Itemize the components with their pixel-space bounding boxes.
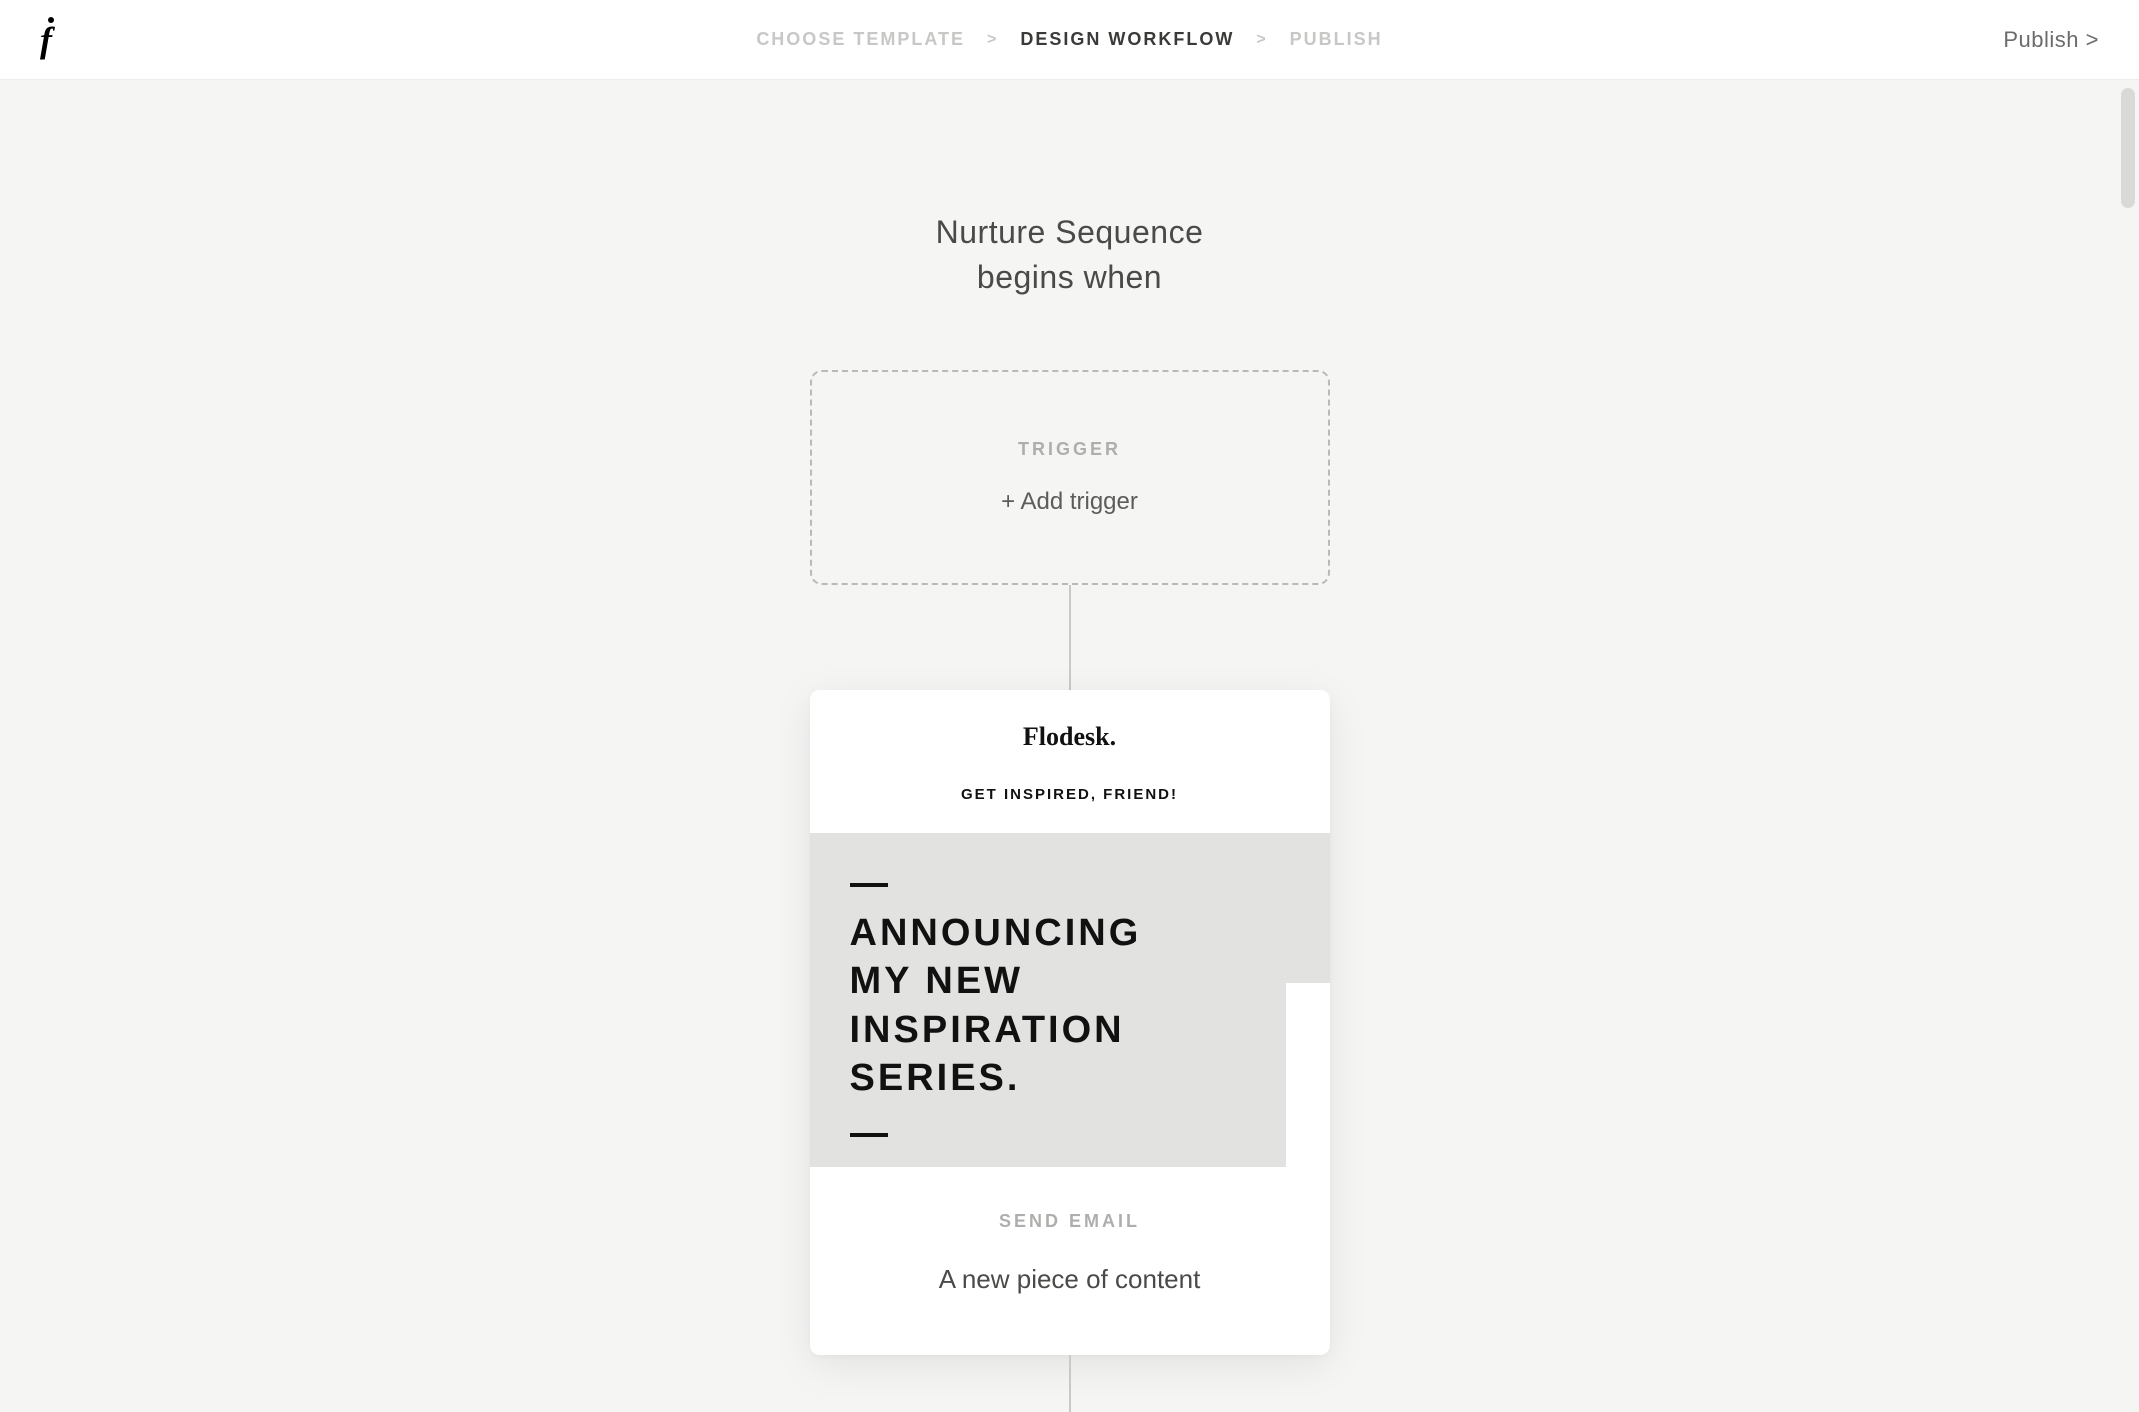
workflow-flow: Nurture Sequence begins when TRIGGER + A… <box>0 80 2139 1412</box>
step-breadcrumb: CHOOSE TEMPLATE > DESIGN WORKFLOW > PUBL… <box>756 29 1382 50</box>
email-body-image-placeholder <box>1286 983 1330 1168</box>
workflow-canvas[interactable]: Nurture Sequence begins when TRIGGER + A… <box>0 80 2139 1412</box>
email-step-type-label: SEND EMAIL <box>830 1211 1310 1232</box>
divider-icon <box>850 1133 888 1137</box>
divider-icon <box>850 883 888 887</box>
workflow-title: Nurture Sequence begins when <box>936 210 1204 300</box>
email-preview-header: Flodesk. GET INSPIRED, FRIEND! <box>810 690 1330 833</box>
email-brand: Flodesk. <box>830 722 1310 752</box>
connector-line <box>1069 1355 1071 1412</box>
chevron-right-icon: > <box>1256 31 1267 49</box>
publish-button[interactable]: Publish > <box>2003 27 2099 53</box>
scrollbar-thumb[interactable] <box>2121 88 2135 208</box>
email-step-footer: SEND EMAIL A new piece of content <box>810 1167 1330 1355</box>
step-design-workflow[interactable]: DESIGN WORKFLOW <box>1020 29 1234 50</box>
trigger-label: TRIGGER <box>1018 439 1121 460</box>
add-trigger-text: + Add trigger <box>1001 488 1138 516</box>
email-preview-body: ANNOUNCING MY NEW INSPIRATION SERIES. <box>810 833 1330 1168</box>
connector-line <box>1069 585 1071 690</box>
step-choose-template[interactable]: CHOOSE TEMPLATE <box>756 29 965 50</box>
step-publish[interactable]: PUBLISH <box>1290 29 1383 50</box>
email-step-title: A new piece of content <box>830 1264 1310 1295</box>
logo-icon[interactable]: f <box>40 19 52 61</box>
add-trigger-card[interactable]: TRIGGER + Add trigger <box>810 370 1330 585</box>
email-subhead: GET INSPIRED, FRIEND! <box>830 786 1310 803</box>
email-step-card[interactable]: Flodesk. GET INSPIRED, FRIEND! ANNOUNCIN… <box>810 690 1330 1356</box>
top-bar: f CHOOSE TEMPLATE > DESIGN WORKFLOW > PU… <box>0 0 2139 80</box>
workflow-title-line2: begins when <box>936 255 1204 300</box>
chevron-right-icon: > <box>987 31 998 49</box>
email-headline: ANNOUNCING MY NEW INSPIRATION SERIES. <box>850 909 1210 1104</box>
workflow-title-line1: Nurture Sequence <box>936 210 1204 255</box>
